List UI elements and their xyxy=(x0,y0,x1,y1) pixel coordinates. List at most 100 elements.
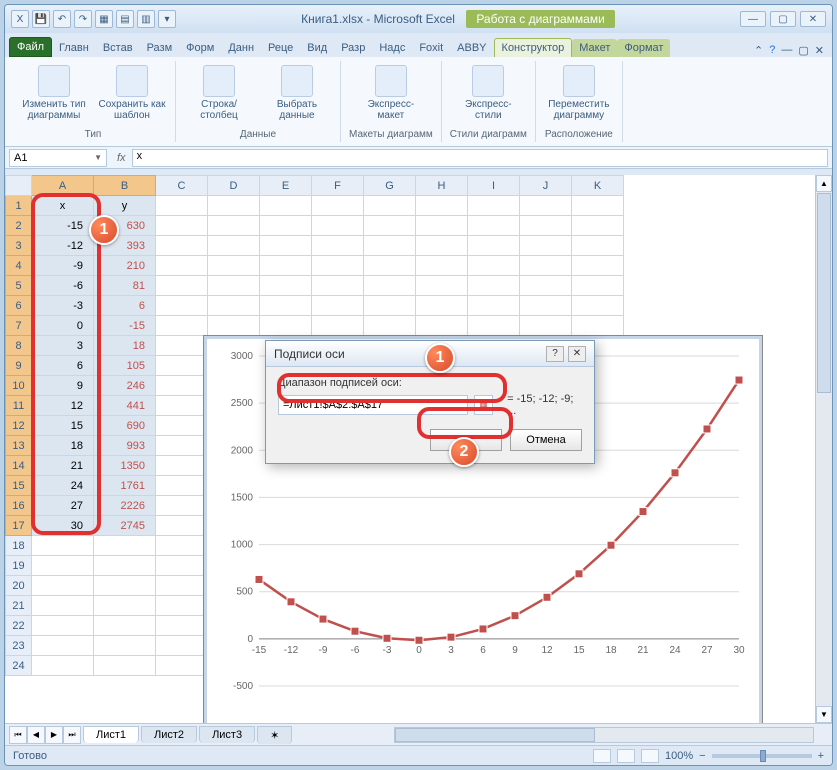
redo-icon[interactable]: ↷ xyxy=(74,10,92,28)
empty-cell[interactable] xyxy=(468,296,520,316)
axis-range-input[interactable] xyxy=(278,395,468,415)
row-header[interactable]: 4 xyxy=(6,256,32,276)
empty-cell[interactable] xyxy=(156,516,208,536)
empty-cell[interactable] xyxy=(208,256,260,276)
wb-minimize-icon[interactable]: — xyxy=(781,44,792,57)
empty-cell[interactable] xyxy=(156,196,208,216)
empty-cell[interactable] xyxy=(468,236,520,256)
sheet-nav-prev-icon[interactable]: ◀ xyxy=(27,726,45,744)
row-header[interactable]: 15 xyxy=(6,476,32,496)
empty-cell[interactable] xyxy=(572,316,624,336)
empty-cell[interactable] xyxy=(208,196,260,216)
empty-cell[interactable] xyxy=(208,296,260,316)
empty-cell[interactable] xyxy=(208,236,260,256)
data-cell[interactable]: 1350 xyxy=(94,456,156,476)
horizontal-scrollbar[interactable] xyxy=(394,727,814,743)
fx-icon[interactable]: fx xyxy=(111,152,132,164)
tab-data[interactable]: Данн xyxy=(221,39,261,57)
empty-cell[interactable] xyxy=(312,316,364,336)
empty-cell[interactable] xyxy=(94,656,156,676)
tab-developer[interactable]: Разр xyxy=(334,39,372,57)
tab-chart-design[interactable]: Конструктор xyxy=(494,38,573,57)
data-cell[interactable]: 993 xyxy=(94,436,156,456)
data-cell[interactable]: 12 xyxy=(32,396,94,416)
tab-layout[interactable]: Разм xyxy=(140,39,180,57)
ribbon-button[interactable]: Строка/столбец xyxy=(184,65,254,121)
column-header-D[interactable]: D xyxy=(208,176,260,196)
data-header[interactable]: x xyxy=(32,196,94,216)
empty-cell[interactable] xyxy=(364,316,416,336)
empty-cell[interactable] xyxy=(156,396,208,416)
cancel-button[interactable]: Отмена xyxy=(510,429,582,451)
wb-restore-icon[interactable]: ▢ xyxy=(798,44,808,57)
data-cell[interactable]: 9 xyxy=(32,376,94,396)
empty-cell[interactable] xyxy=(520,256,572,276)
column-header-G[interactable]: G xyxy=(364,176,416,196)
empty-cell[interactable] xyxy=(156,456,208,476)
scroll-down-icon[interactable]: ▼ xyxy=(816,706,832,723)
data-cell[interactable]: 441 xyxy=(94,396,156,416)
empty-cell[interactable] xyxy=(156,256,208,276)
data-cell[interactable]: -3 xyxy=(32,296,94,316)
tab-addins[interactable]: Надс xyxy=(372,39,412,57)
qat-icon[interactable]: ▥ xyxy=(137,10,155,28)
qat-icon[interactable]: ▤ xyxy=(116,10,134,28)
empty-cell[interactable] xyxy=(312,216,364,236)
empty-cell[interactable] xyxy=(572,196,624,216)
maximize-icon[interactable]: ▢ xyxy=(770,11,796,27)
data-cell[interactable]: 21 xyxy=(32,456,94,476)
row-header[interactable]: 2 xyxy=(6,216,32,236)
worksheet-area[interactable]: ABCDEFGHIJK1xy2-156303-123934-92105-6816… xyxy=(5,175,832,723)
data-cell[interactable]: 6 xyxy=(94,296,156,316)
data-cell[interactable]: 27 xyxy=(32,496,94,516)
row-header[interactable]: 11 xyxy=(6,396,32,416)
empty-cell[interactable] xyxy=(32,556,94,576)
sheet-tab-new-icon[interactable]: ✶ xyxy=(257,726,292,744)
tab-review[interactable]: Реце xyxy=(261,39,300,57)
empty-cell[interactable] xyxy=(364,256,416,276)
zoom-in-icon[interactable]: + xyxy=(818,750,824,762)
sheet-nav-last-icon[interactable]: ⏭ xyxy=(63,726,81,744)
tab-chart-format[interactable]: Формат xyxy=(617,39,670,57)
empty-cell[interactable] xyxy=(364,296,416,316)
ribbon-button[interactable]: Экспресс-стили xyxy=(453,65,523,121)
data-cell[interactable]: 3 xyxy=(32,336,94,356)
empty-cell[interactable] xyxy=(94,636,156,656)
data-header[interactable]: y xyxy=(94,196,156,216)
empty-cell[interactable] xyxy=(156,236,208,256)
empty-cell[interactable] xyxy=(208,216,260,236)
row-header[interactable]: 7 xyxy=(6,316,32,336)
zoom-out-icon[interactable]: − xyxy=(699,750,705,762)
sheet-tab[interactable]: Лист2 xyxy=(141,726,197,743)
zoom-slider[interactable] xyxy=(712,754,812,758)
empty-cell[interactable] xyxy=(156,296,208,316)
row-header[interactable]: 16 xyxy=(6,496,32,516)
data-cell[interactable]: 690 xyxy=(94,416,156,436)
view-pagebreak-icon[interactable] xyxy=(641,749,659,763)
row-header[interactable]: 13 xyxy=(6,436,32,456)
sheet-tab[interactable]: Лист3 xyxy=(199,726,255,743)
empty-cell[interactable] xyxy=(156,576,208,596)
data-cell[interactable]: -6 xyxy=(32,276,94,296)
empty-cell[interactable] xyxy=(468,216,520,236)
row-header[interactable]: 21 xyxy=(6,596,32,616)
data-cell[interactable]: 6 xyxy=(32,356,94,376)
empty-cell[interactable] xyxy=(312,196,364,216)
sheet-tab-active[interactable]: Лист1 xyxy=(83,726,139,743)
empty-cell[interactable] xyxy=(94,556,156,576)
empty-cell[interactable] xyxy=(94,536,156,556)
empty-cell[interactable] xyxy=(416,316,468,336)
empty-cell[interactable] xyxy=(94,576,156,596)
empty-cell[interactable] xyxy=(364,196,416,216)
close-icon[interactable]: ✕ xyxy=(800,11,826,27)
empty-cell[interactable] xyxy=(416,196,468,216)
row-header[interactable]: 1 xyxy=(6,196,32,216)
empty-cell[interactable] xyxy=(156,316,208,336)
qat-dropdown-icon[interactable]: ▾ xyxy=(158,10,176,28)
empty-cell[interactable] xyxy=(520,276,572,296)
empty-cell[interactable] xyxy=(520,236,572,256)
empty-cell[interactable] xyxy=(468,256,520,276)
empty-cell[interactable] xyxy=(156,556,208,576)
scroll-up-icon[interactable]: ▲ xyxy=(816,175,832,192)
empty-cell[interactable] xyxy=(468,276,520,296)
